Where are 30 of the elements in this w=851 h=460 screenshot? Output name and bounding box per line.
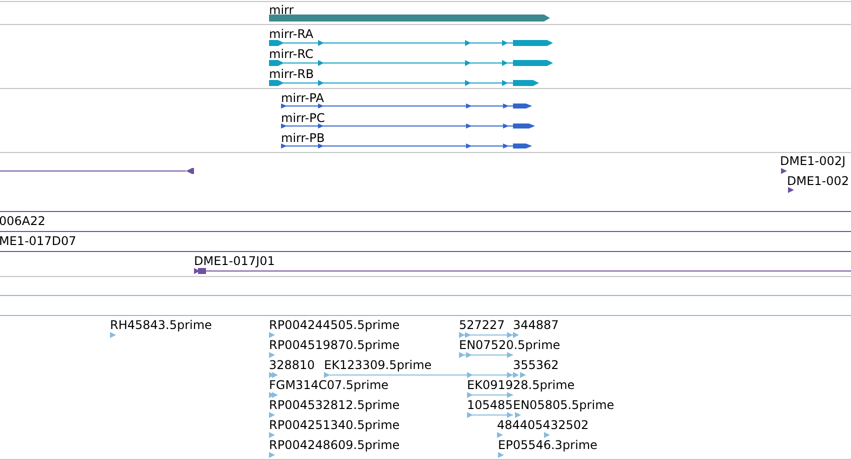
feature-label: mirr-PC <box>281 111 325 125</box>
feature-label: RP004244505.5prime <box>269 318 400 332</box>
feature-label: DME1-002J <box>780 154 846 168</box>
feature-label: 105485 <box>467 398 513 412</box>
feature-label: mirr-RC <box>269 47 314 61</box>
feature-label: FGM314C07.5prime <box>269 378 389 392</box>
feature-label: mirr-RA <box>269 27 314 41</box>
feature-label: RP004251340.5prime <box>269 418 400 432</box>
feature-label: 484405432502 <box>497 418 589 432</box>
feature-label: 355362 <box>513 358 559 372</box>
feature-label: mirr <box>269 3 294 17</box>
feature-label: RP004532812.5prime <box>269 398 400 412</box>
feature-label: EP05546.3prime <box>498 438 598 452</box>
feature-label: RP004248609.5prime <box>269 438 400 452</box>
feature-label: EN05805.5prime <box>513 398 614 412</box>
feature-label: RH45843.5prime <box>110 318 212 332</box>
feature-label: EK123309.5prime <box>324 358 432 372</box>
feature-label: EN07520.5prime <box>459 338 560 352</box>
feature-label: mirr-RB <box>269 67 314 81</box>
feature-label: DME1-017J01 <box>194 254 275 268</box>
feature-label: EK091928.5prime <box>467 378 575 392</box>
feature-label: 006A22 <box>0 214 46 228</box>
feature-label: ME1-017D07 <box>0 234 76 248</box>
feature-label: RP004519870.5prime <box>269 338 400 352</box>
feature-label: 344887 <box>513 318 559 332</box>
feature-label: DME1-002 <box>787 174 850 188</box>
feature-label: 328810 <box>269 358 315 372</box>
feature-label: 527227 <box>459 318 505 332</box>
feature-label: mirr-PB <box>281 131 325 145</box>
feature-label: mirr-PA <box>281 91 324 105</box>
